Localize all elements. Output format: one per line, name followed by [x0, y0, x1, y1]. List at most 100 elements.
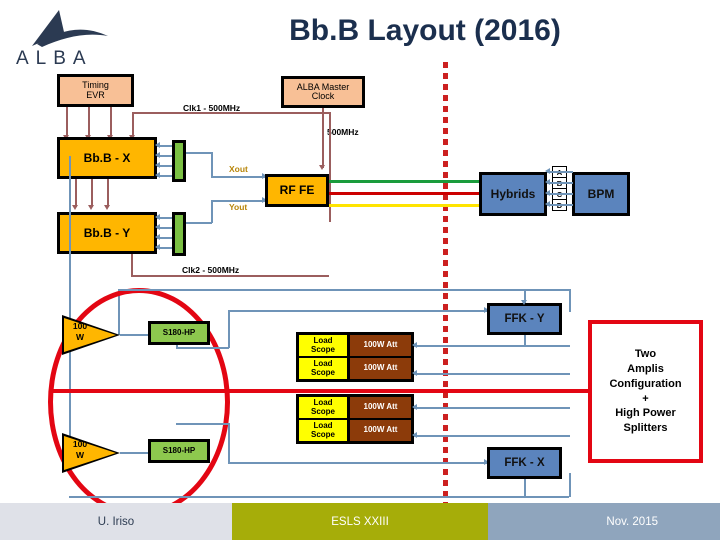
alba-logo-icon: ALBA	[16, 10, 108, 68]
wire-split-top-v1	[228, 310, 230, 348]
note-two-amplis: Two Amplis Configuration + High Power Sp…	[588, 320, 703, 463]
block-ffk-x[interactable]: FFK - X	[487, 447, 562, 479]
wire-att-3-arrow	[412, 404, 417, 410]
wire-ffkx-bottom-stub	[524, 479, 526, 496]
att-1[interactable]: 100W Att	[350, 335, 411, 356]
wire-amp-top-out	[120, 334, 148, 336]
wire-amp-bottom-out	[120, 452, 148, 454]
wire-x-to-y-1	[75, 179, 77, 207]
wire-masterclock-arrow	[319, 165, 325, 170]
wire-clk1-h	[132, 112, 330, 114]
wire-x-to-y-1-arrow	[72, 205, 78, 210]
wire-x-to-y-2	[91, 179, 93, 207]
wire-split-bot-h1	[176, 423, 229, 425]
wire-ffky-bottom-stub	[524, 335, 526, 347]
wire-xconn-1-arrow	[155, 142, 160, 148]
master-clock-label-2: Clock	[311, 91, 335, 101]
slide-canvas: ALBA Bb.B Layout (2016) Timing EVR ALBA …	[0, 0, 720, 540]
footer-date-segment: Nov. 2015	[488, 503, 720, 540]
slide-footer: U. Iriso ESLS XXIII Nov. 2015	[0, 503, 720, 540]
signal-line-green	[329, 180, 483, 183]
wire-split-top-h2	[228, 310, 487, 312]
block-alba-master-clock[interactable]: ALBA Master Clock	[281, 76, 365, 108]
connector-block-y	[172, 212, 186, 256]
wire-x-to-y-3-arrow	[104, 205, 110, 210]
note-line-4: +	[642, 392, 649, 405]
wire-feedback-bottom	[69, 496, 569, 498]
wire-xconn-4-arrow	[155, 172, 160, 178]
wire-yconn-3-arrow	[155, 234, 160, 240]
block-bbb-x[interactable]: Bb.B - X	[57, 137, 157, 179]
wire-xout-a	[186, 152, 212, 154]
wire-x-to-y-2-arrow	[88, 205, 94, 210]
wire-bpm-d-arrow	[545, 201, 550, 207]
wire-att-4-arrow	[412, 432, 417, 438]
footer-date: Nov. 2015	[606, 515, 658, 528]
wire-clk2-v	[131, 254, 133, 276]
block-hybrids[interactable]: Hybrids	[479, 172, 547, 216]
load-scope-2-l2: Scope	[310, 367, 335, 377]
signal-line-red	[329, 192, 483, 195]
label-clk2: Clk2 - 500MHz	[182, 265, 240, 275]
label-500mhz: 500MHz	[327, 127, 359, 137]
wire-split-bot-h2	[228, 462, 487, 464]
connector-block-x	[172, 140, 186, 182]
wire-evr-1	[66, 107, 68, 137]
att-4[interactable]: 100W Att	[350, 420, 411, 441]
footer-author: U. Iriso	[97, 515, 135, 528]
block-bbb-y[interactable]: Bb.B - Y	[57, 212, 157, 254]
load-scope-3[interactable]: Load Scope	[299, 397, 347, 418]
wire-masterclock-to-rffe	[322, 108, 324, 168]
footer-conference-segment: ESLS XXIII	[232, 503, 488, 540]
vertical-dotted-divider	[443, 62, 448, 520]
wire-xconn-3-arrow	[155, 162, 160, 168]
wire-clk2-h	[131, 275, 329, 277]
wire-bpm-b	[547, 182, 573, 184]
wire-evr-3	[110, 107, 112, 137]
label-yout: Yout	[229, 202, 248, 212]
wire-feedback-top	[118, 289, 570, 291]
load-scope-1[interactable]: Load Scope	[299, 335, 347, 356]
footer-conference: ESLS XXIII	[331, 515, 389, 528]
wire-att-2	[414, 373, 570, 375]
wire-split-top-h1	[176, 347, 229, 349]
wire-att-4	[414, 435, 570, 437]
load-scope-1-l2: Scope	[310, 344, 335, 354]
note-line-5: High Power	[615, 407, 676, 420]
load-att-group-bottom: Load Scope 100W Att Load Scope 100W Att	[296, 394, 414, 444]
footer-author-segment: U. Iriso	[0, 503, 232, 540]
wire-yconn-1-arrow	[155, 214, 160, 220]
load-scope-4[interactable]: Load Scope	[299, 420, 347, 441]
block-ffk-y[interactable]: FFK - Y	[487, 303, 562, 335]
amplifier-bottom-label: 100 W	[72, 439, 88, 461]
wire-yout-b	[211, 200, 213, 223]
amplifier-bottom[interactable]: 100 W	[62, 433, 120, 473]
wire-yconn-2-arrow	[155, 224, 160, 230]
block-timing-evr[interactable]: Timing EVR	[57, 74, 134, 107]
block-splitter-bottom[interactable]: S180-HP	[148, 439, 210, 463]
amplifier-top-label: 100 W	[72, 321, 88, 343]
wire-bpm-b-arrow	[545, 179, 550, 185]
wire-bpm-d	[547, 204, 573, 206]
wire-split-top-stub	[176, 345, 178, 348]
block-bpm[interactable]: BPM	[572, 172, 630, 216]
att-2[interactable]: 100W Att	[350, 358, 411, 379]
svg-text:ALBA: ALBA	[16, 48, 93, 68]
block-rf-fe[interactable]: RF FE	[265, 174, 329, 207]
att-3[interactable]: 100W Att	[350, 397, 411, 418]
wire-att-1	[414, 345, 570, 347]
wire-xout-b	[211, 152, 213, 177]
amplifier-top[interactable]: 100 W	[62, 315, 120, 355]
wire-split-bot-v1	[228, 423, 230, 463]
wire-ffky-top-arrow	[521, 300, 527, 305]
wire-bpm-a	[547, 171, 573, 173]
label-xout: Xout	[229, 164, 248, 174]
wire-bpm-c-arrow	[545, 190, 550, 196]
wire-x-to-y-3	[107, 179, 109, 207]
block-splitter-top[interactable]: S180-HP	[148, 321, 210, 345]
load-scope-2[interactable]: Load Scope	[299, 358, 347, 379]
note-line-6: Splitters	[623, 422, 668, 435]
wire-clk1-down-left	[132, 112, 134, 137]
page-title: Bb.B Layout (2016)	[289, 14, 561, 47]
wire-feedback-bottom-v	[569, 473, 571, 497]
